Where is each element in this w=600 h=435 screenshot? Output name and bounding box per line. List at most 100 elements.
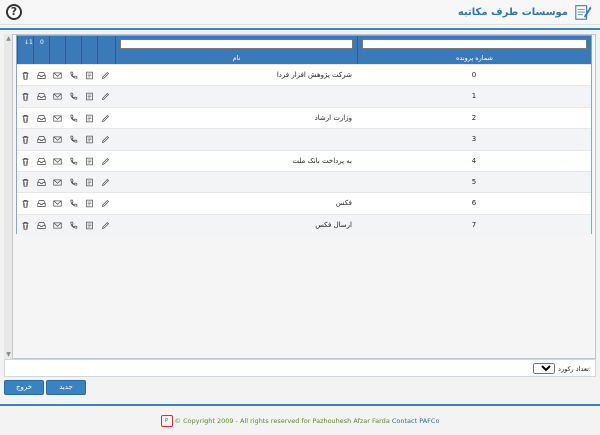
page-size-select[interactable]: 10 xyxy=(533,363,556,374)
header-id-label: شماره پرونده xyxy=(456,54,493,62)
header-name-label: نام xyxy=(232,54,241,62)
header-col-notes xyxy=(81,36,97,64)
notes-icon[interactable] xyxy=(81,151,97,172)
phone-icon[interactable] xyxy=(65,193,81,214)
notes-icon[interactable] xyxy=(81,86,97,107)
phone-icon[interactable] xyxy=(65,65,81,86)
mail-icon[interactable] xyxy=(49,215,65,236)
edit-icon[interactable] xyxy=(97,108,113,129)
id-filter-input[interactable] xyxy=(362,39,587,49)
inbox-icon[interactable] xyxy=(33,86,49,107)
phone-icon[interactable] xyxy=(65,172,81,193)
edit-icon[interactable] xyxy=(97,86,113,107)
inbox-icon[interactable] xyxy=(33,108,49,129)
row-actions xyxy=(17,129,113,150)
new-button[interactable]: جدید xyxy=(46,380,86,395)
document-edit-icon xyxy=(575,5,592,20)
table-row[interactable]: فکس 6 xyxy=(17,192,591,214)
header-col-badge[interactable]: ↓1 xyxy=(17,36,33,64)
edit-icon[interactable] xyxy=(97,65,113,86)
header-name[interactable]: نام xyxy=(115,36,357,64)
contact-link[interactable]: Contact PAFCo xyxy=(392,417,440,425)
notes-icon[interactable] xyxy=(81,172,97,193)
row-actions xyxy=(17,151,113,172)
inbox-icon[interactable] xyxy=(33,215,49,236)
name-filter-input[interactable] xyxy=(120,39,353,49)
delete-icon[interactable] xyxy=(17,129,33,150)
inbox-icon[interactable] xyxy=(33,129,49,150)
delete-icon[interactable] xyxy=(17,65,33,86)
edit-icon[interactable] xyxy=(97,193,113,214)
mail-icon[interactable] xyxy=(49,172,65,193)
page-title: موسسات طرف مکاتبه xyxy=(457,6,568,18)
help-icon[interactable]: ? xyxy=(6,4,22,20)
phone-icon[interactable] xyxy=(65,129,81,150)
edit-icon[interactable] xyxy=(97,215,113,236)
table-row[interactable]: شرکت پژوهش افزار فردا 0 xyxy=(17,64,591,86)
mail-icon[interactable] xyxy=(49,108,65,129)
table-row[interactable]: وزارت ارشاد 2 xyxy=(17,106,591,129)
id-cell: 0 xyxy=(471,71,477,79)
header-id[interactable]: شماره پرونده xyxy=(357,36,591,64)
notes-icon[interactable] xyxy=(81,129,97,150)
phone-icon[interactable] xyxy=(65,151,81,172)
mail-icon[interactable] xyxy=(49,86,65,107)
records-control: 10 تعداد رکورد: xyxy=(530,363,591,374)
table-row[interactable]: به پرداخت بانک ملت 4 xyxy=(17,149,591,172)
row-actions xyxy=(17,86,113,107)
mail-icon[interactable] xyxy=(49,151,65,172)
id-cell: 5 xyxy=(471,178,477,186)
inbox-icon[interactable] xyxy=(33,65,49,86)
row-actions xyxy=(17,65,113,86)
notes-icon[interactable] xyxy=(81,193,97,214)
inbox-icon[interactable] xyxy=(33,172,49,193)
scroll-up-icon[interactable]: ▲ xyxy=(5,35,12,43)
notes-icon[interactable] xyxy=(81,108,97,129)
table-row[interactable]: 5 xyxy=(17,171,591,193)
edit-icon[interactable] xyxy=(97,129,113,150)
mail-icon[interactable] xyxy=(49,193,65,214)
phone-icon[interactable] xyxy=(65,215,81,236)
mail-icon[interactable] xyxy=(49,129,65,150)
delete-icon[interactable] xyxy=(17,108,33,129)
title-area: موسسات طرف مکاتبه xyxy=(458,2,592,22)
name-cell: شرکت پژوهش افزار فردا xyxy=(276,71,352,79)
delete-icon[interactable] xyxy=(17,172,33,193)
company-logo: P xyxy=(160,415,173,427)
table-row[interactable]: 3 xyxy=(17,128,591,151)
delete-icon[interactable] xyxy=(17,215,33,236)
count-badge: 0 xyxy=(40,39,44,46)
footer-divider xyxy=(0,404,600,406)
phone-icon[interactable] xyxy=(65,108,81,129)
delete-icon[interactable] xyxy=(17,151,33,172)
phone-icon[interactable] xyxy=(65,86,81,107)
inbox-icon[interactable] xyxy=(33,193,49,214)
header-col-edit xyxy=(97,36,115,64)
pager-bar: 10 تعداد رکورد: xyxy=(4,359,596,377)
table-row[interactable]: 1 xyxy=(17,85,591,108)
row-actions xyxy=(17,108,113,129)
header-col-badge2[interactable]: 0 xyxy=(33,36,49,64)
table-row[interactable]: ارسال فکس 7 xyxy=(17,213,591,236)
scroll-down-icon[interactable]: ▼ xyxy=(5,351,12,359)
name-cell: فکس xyxy=(335,199,352,208)
delete-icon[interactable] xyxy=(17,86,33,107)
mail-icon[interactable] xyxy=(49,65,65,86)
row-actions xyxy=(17,172,113,193)
row-actions xyxy=(17,193,113,214)
delete-icon[interactable] xyxy=(17,193,33,214)
vertical-scrollbar[interactable]: ▲ ▼ xyxy=(4,34,13,360)
copyright-text: © Copyright 2009 - All rights reserved f… xyxy=(174,417,390,425)
notes-icon[interactable] xyxy=(81,215,97,236)
name-cell: به پرداخت بانک ملت xyxy=(292,156,352,165)
notes-icon[interactable] xyxy=(81,65,97,86)
name-cell: ارسال فکس xyxy=(315,220,352,229)
id-cell: 2 xyxy=(471,113,477,122)
records-label: تعداد رکورد: xyxy=(558,364,591,373)
exit-button[interactable]: خروج xyxy=(4,380,44,395)
header-col-phone xyxy=(65,36,81,64)
edit-icon[interactable] xyxy=(97,151,113,172)
edit-icon[interactable] xyxy=(97,172,113,193)
header-col-mail xyxy=(49,36,65,64)
inbox-icon[interactable] xyxy=(33,151,49,172)
